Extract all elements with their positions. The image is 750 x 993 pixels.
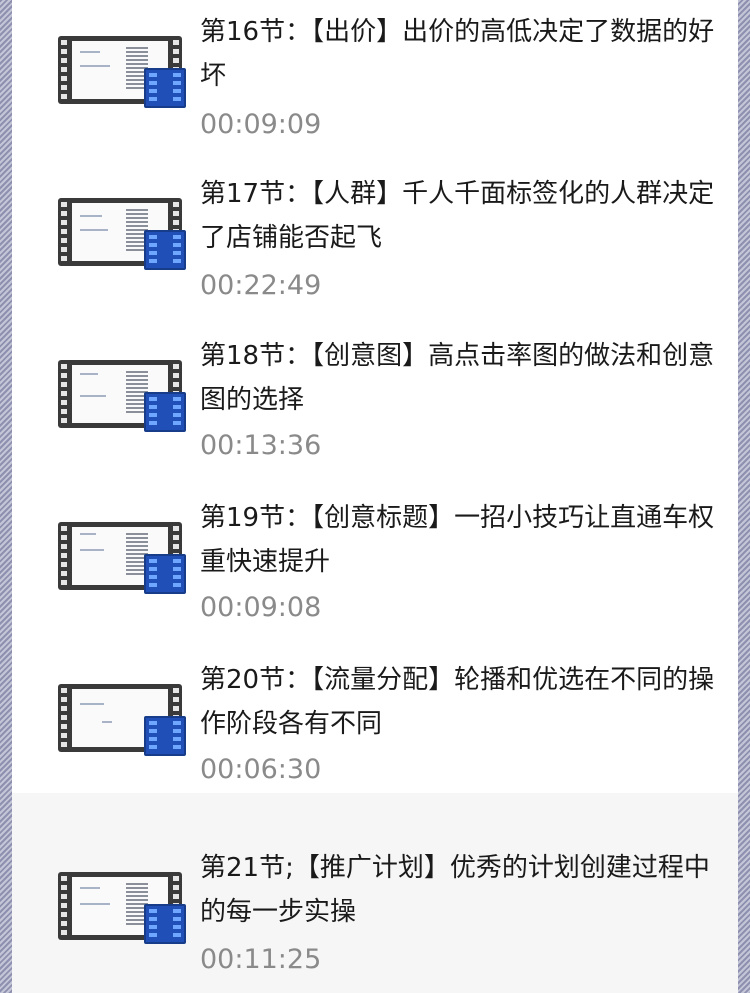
lesson-title[interactable]: 第20节：【流量分配】轮播和优选在不同的操作阶段各有不同 (200, 658, 720, 746)
lesson-title[interactable]: 第16节：【出价】出价的高低决定了数据的好坏 (200, 10, 720, 98)
lesson-duration: 00:22:49 (200, 270, 322, 301)
lesson-duration: 00:11:25 (200, 944, 322, 975)
lesson-duration: 00:06:30 (200, 754, 322, 785)
lesson-list-panel: 第16节：【出价】出价的高低决定了数据的好坏 00:09:09 第17节：【人群… (12, 0, 738, 993)
video-file-icon (144, 554, 186, 594)
video-thumbnail[interactable] (58, 28, 198, 114)
lesson-title[interactable]: 第21节;【推广计划】优秀的计划创建过程中的每一步实操 (200, 846, 720, 934)
video-file-icon (144, 230, 186, 270)
lesson-title[interactable]: 第17节：【人群】千人千面标签化的人群决定了店铺能否起飞 (200, 172, 720, 260)
lesson-item-19[interactable]: 第19节：【创意标题】一招小技巧让直通车权重快速提升 00:09:08 (12, 486, 738, 636)
video-thumbnail[interactable] (58, 514, 198, 600)
lesson-item-16[interactable]: 第16节：【出价】出价的高低决定了数据的好坏 00:09:09 (12, 0, 738, 150)
lesson-item-18[interactable]: 第18节：【创意图】高点击率图的做法和创意图的选择 00:13:36 (12, 324, 738, 474)
video-file-icon (144, 392, 186, 432)
video-thumbnail[interactable] (58, 190, 198, 276)
lesson-item-21[interactable]: 第21节;【推广计划】优秀的计划创建过程中的每一步实操 00:11:25 (12, 836, 738, 986)
lesson-title[interactable]: 第19节：【创意标题】一招小技巧让直通车权重快速提升 (200, 496, 720, 584)
lesson-duration: 00:09:09 (200, 109, 322, 140)
video-thumbnail[interactable] (58, 864, 198, 950)
lesson-item-20[interactable]: 第20节：【流量分配】轮播和优选在不同的操作阶段各有不同 00:06:30 (12, 648, 738, 798)
lesson-item-17[interactable]: 第17节：【人群】千人千面标签化的人群决定了店铺能否起飞 00:22:49 (12, 162, 738, 312)
lesson-duration: 00:09:08 (200, 592, 322, 623)
lesson-title[interactable]: 第18节：【创意图】高点击率图的做法和创意图的选择 (200, 334, 720, 422)
video-thumbnail[interactable] (58, 352, 198, 438)
video-file-icon (144, 716, 186, 756)
lesson-duration: 00:13:36 (200, 430, 322, 461)
video-file-icon (144, 68, 186, 108)
video-thumbnail[interactable] (58, 676, 198, 762)
video-file-icon (144, 904, 186, 944)
